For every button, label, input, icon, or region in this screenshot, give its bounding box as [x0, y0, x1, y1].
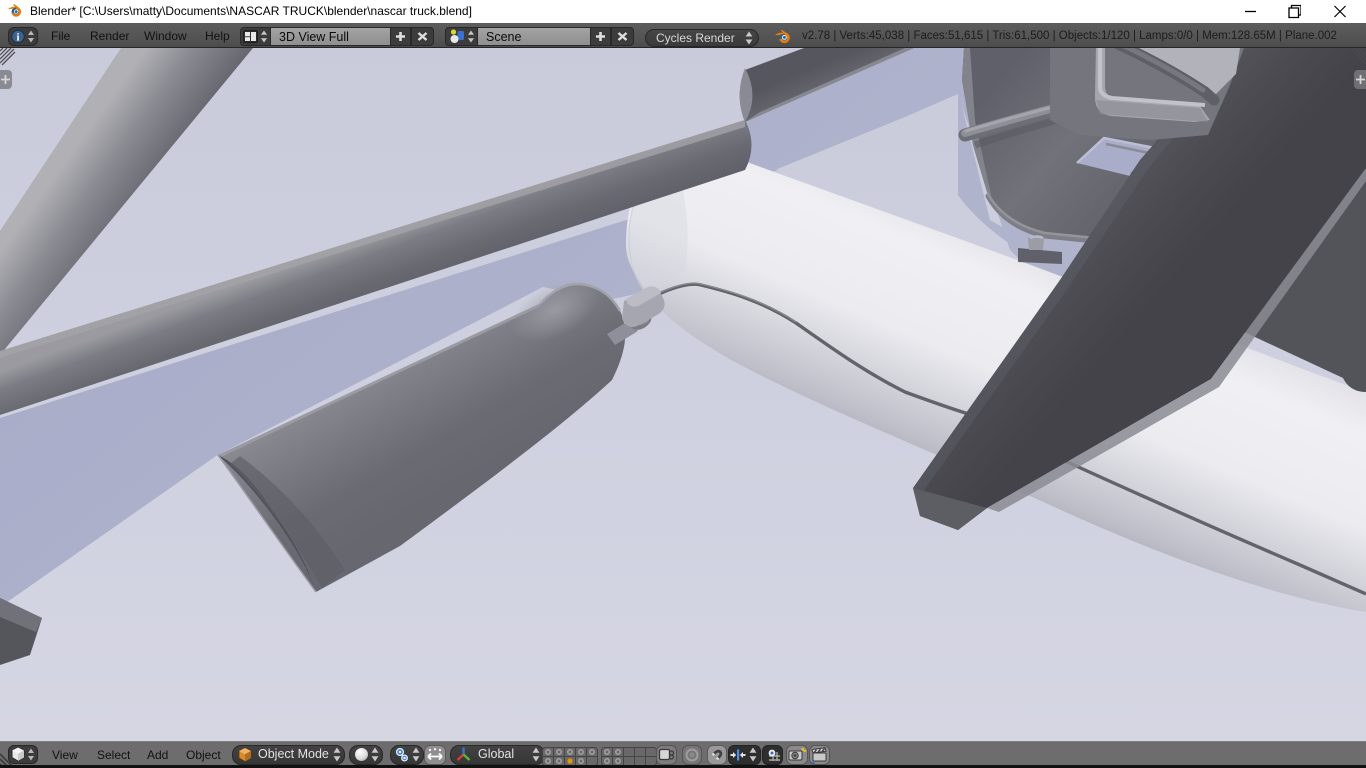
- svg-text:i: i: [16, 32, 19, 44]
